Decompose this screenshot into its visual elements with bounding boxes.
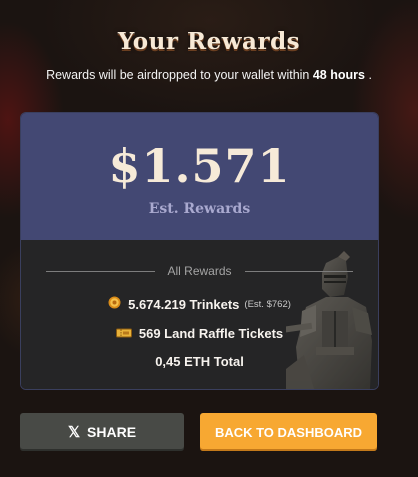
reward-trinkets-estimate: (Est. $762) (244, 298, 291, 310)
reward-trinkets-row: 5.674.219 Trinkets (Est. $762) (21, 295, 378, 313)
reward-eth-row: 0,45 ETH Total (21, 352, 378, 370)
share-button-label: SHARE (87, 424, 137, 440)
reward-raffle-tickets-row: 569 Land Raffle Tickets (21, 324, 378, 342)
rewards-summary-panel: $1.571 Est. Rewards (21, 113, 378, 240)
back-to-dashboard-label: BACK TO DASHBOARD (214, 424, 363, 440)
ticket-icon (115, 326, 132, 341)
estimated-rewards-label: Est. Rewards (148, 201, 251, 217)
subtitle-end: . (364, 68, 372, 82)
page-title: Your Rewards (117, 28, 301, 55)
reward-raffle-tickets-text: 569 Land Raffle Tickets (138, 325, 284, 341)
estimated-rewards-amount: $1.571 (108, 139, 291, 193)
x-logo-icon: 𝕏 (67, 424, 81, 441)
share-button[interactable]: 𝕏 SHARE (20, 413, 184, 451)
subtitle-duration: 48 hours (312, 68, 365, 82)
coin-icon (108, 296, 121, 312)
reward-trinkets-text: 5.674.219 Trinkets (128, 296, 240, 312)
all-rewards-divider: All Rewards (21, 264, 378, 278)
page-subtitle: Rewards will be airdropped to your walle… (0, 68, 418, 82)
reward-eth-text: 0,45 ETH Total (155, 353, 244, 369)
all-rewards-heading: All Rewards (167, 264, 232, 278)
rewards-card: $1.571 Est. Rewards All Rewards 5.674.21… (20, 112, 379, 390)
rewards-breakdown-panel: All Rewards 5.674.219 Trinkets (Est. $76… (21, 240, 378, 389)
subtitle-text: Rewards will be airdropped to your walle… (46, 68, 313, 82)
back-to-dashboard-button[interactable]: BACK TO DASHBOARD (200, 413, 377, 451)
